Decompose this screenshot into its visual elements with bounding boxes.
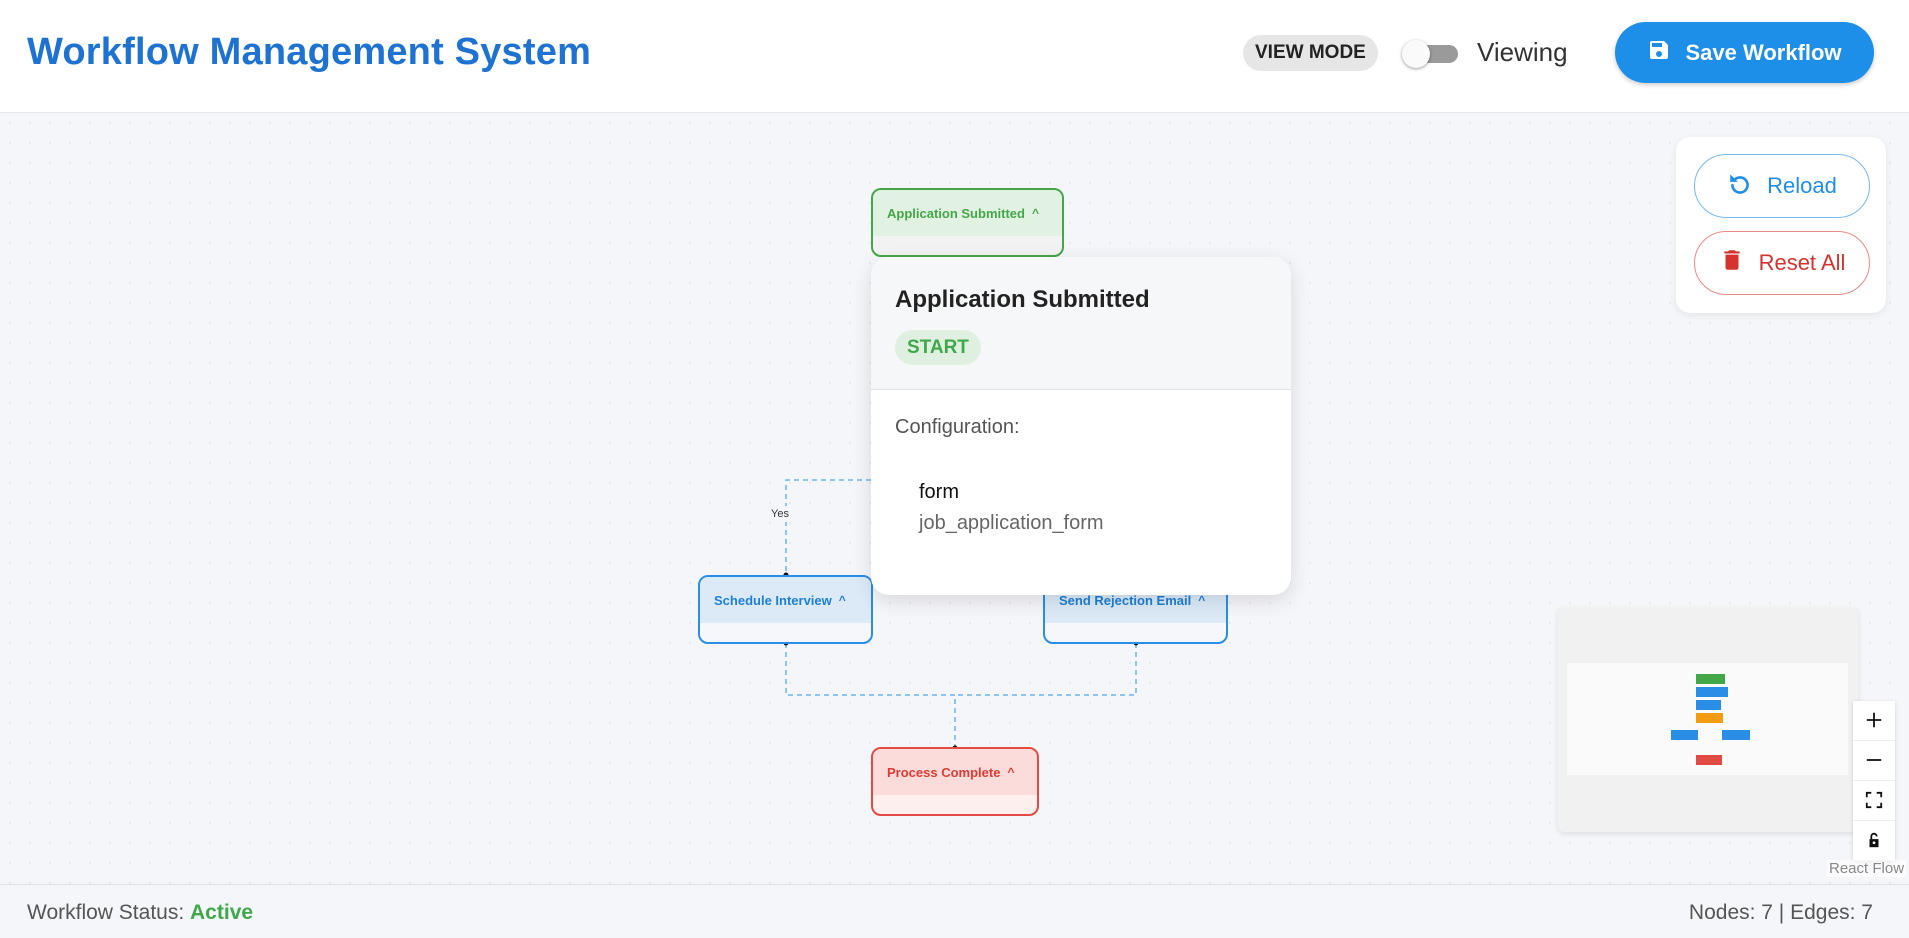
reload-label: Reload <box>1767 173 1837 198</box>
graph-counts: Nodes: 7 | Edges: 7 <box>1688 901 1873 924</box>
chevron-up-icon[interactable]: ^ <box>1032 206 1039 220</box>
node-label: Process Complete <box>887 764 1001 780</box>
status-label: Workflow Status: <box>27 901 185 924</box>
workflow-status: Workflow Status: Active <box>27 901 253 925</box>
app-title: Workflow Management System <box>27 31 592 73</box>
edge-label-yes: Yes <box>767 506 793 522</box>
react-flow-attribution[interactable]: React Flow <box>1827 860 1907 877</box>
status-value: Active <box>190 901 254 924</box>
node-details-popover: Application Submitted START Configuratio… <box>871 257 1291 595</box>
save-icon <box>1647 38 1671 68</box>
lock-icon <box>1865 825 1883 856</box>
mode-label: Viewing <box>1477 37 1568 67</box>
minimap-node <box>1696 755 1722 765</box>
configuration-label: Configuration: <box>895 416 1020 438</box>
save-workflow-button[interactable]: Save Workflow <box>1615 22 1874 83</box>
minimap-node <box>1696 700 1721 710</box>
fit-view-icon <box>1865 785 1883 816</box>
minimap[interactable] <box>1558 607 1858 832</box>
reset-all-button[interactable]: Reset All <box>1694 231 1870 295</box>
mode-toggle[interactable] <box>1402 40 1459 68</box>
minimap-node <box>1671 730 1698 740</box>
reset-all-label: Reset All <box>1758 250 1846 275</box>
popover-title: Application Submitted <box>895 286 1150 313</box>
node-label: Schedule Interview <box>714 592 832 608</box>
save-workflow-label: Save Workflow <box>1685 39 1842 65</box>
minimap-node <box>1696 687 1728 697</box>
plus-icon <box>1865 705 1883 736</box>
chevron-up-icon[interactable]: ^ <box>1198 593 1205 607</box>
minimap-node <box>1696 713 1723 723</box>
zoom-in-button[interactable] <box>1853 701 1895 741</box>
toggle-knob <box>1402 40 1430 68</box>
actions-panel: Reload Reset All <box>1676 137 1886 313</box>
zoom-out-button[interactable] <box>1853 741 1895 781</box>
reload-button[interactable]: Reload <box>1694 154 1870 218</box>
chevron-up-icon[interactable]: ^ <box>839 593 846 607</box>
config-key: form <box>919 481 959 503</box>
flow-controls <box>1853 701 1895 861</box>
config-item: form job_application_form <box>895 481 1267 535</box>
node-schedule-interview[interactable]: Schedule Interview ^ <box>698 575 873 644</box>
node-process-complete[interactable]: Process Complete ^ <box>871 747 1039 816</box>
chevron-up-icon[interactable]: ^ <box>1007 765 1014 779</box>
node-application-submitted[interactable]: Application Submitted ^ <box>871 188 1064 257</box>
minus-icon <box>1865 745 1883 776</box>
minimap-node <box>1722 730 1750 740</box>
view-mode-chip: VIEW MODE <box>1243 35 1378 71</box>
node-label: Application Submitted <box>887 205 1025 221</box>
node-type-badge: START <box>895 330 981 365</box>
config-value: job_application_form <box>919 512 1104 534</box>
reload-icon <box>1727 170 1753 202</box>
fit-view-button[interactable] <box>1853 781 1895 821</box>
minimap-node <box>1696 674 1725 684</box>
app-header: Workflow Management System VIEW MODE Vie… <box>0 0 1909 113</box>
lock-button[interactable] <box>1853 821 1895 861</box>
trash-icon <box>1719 247 1745 279</box>
status-bar: Workflow Status: Active Nodes: 7 | Edges… <box>0 884 1909 938</box>
